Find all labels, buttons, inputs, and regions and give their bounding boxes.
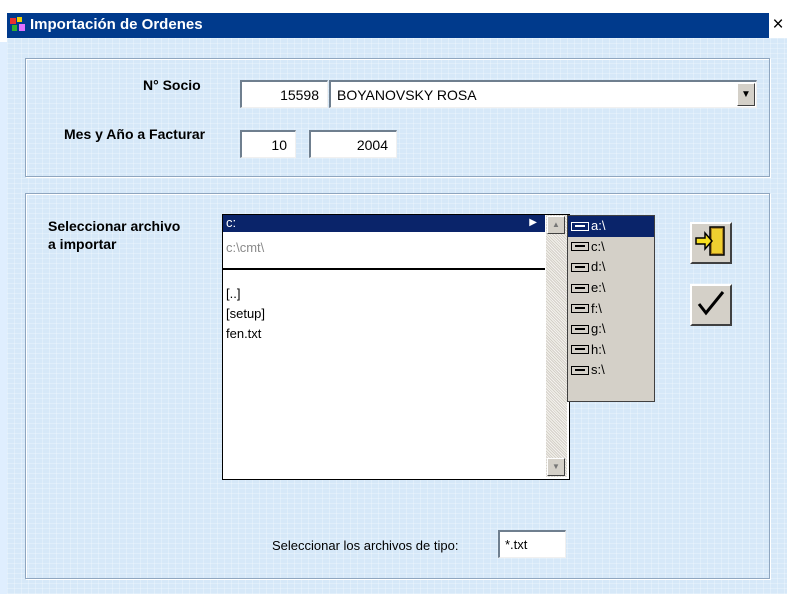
- file-select-label-1: Seleccionar archivo: [48, 218, 181, 234]
- file-list-scrollbar[interactable]: ▲ ▼: [546, 215, 567, 477]
- network-drive-icon: [571, 345, 589, 355]
- drive-label: g:\: [591, 321, 606, 337]
- drive-item-a[interactable]: a:\: [568, 216, 654, 237]
- network-drive-icon: [571, 283, 589, 293]
- year-field[interactable]: 2004: [309, 130, 397, 158]
- current-dir: c:: [226, 215, 237, 230]
- file-entry-setup[interactable]: [setup]: [226, 306, 265, 322]
- list-divider: [223, 268, 545, 270]
- socio-name-combo[interactable]: BOYANOVSKY ROSA ▼: [329, 80, 757, 108]
- door-exit-icon: [695, 226, 725, 256]
- drive-label: h:\: [591, 341, 606, 357]
- checkmark-icon: [697, 291, 725, 316]
- periodo-label: Mes y Año a Facturar: [64, 126, 206, 142]
- socio-name-value: BOYANOVSKY ROSA: [337, 87, 477, 103]
- scroll-up-icon[interactable]: ▲: [547, 216, 565, 234]
- drive-label: c:\: [591, 238, 605, 254]
- network-drive-icon: [571, 365, 589, 375]
- filter-label: Seleccionar los archivos de tipo:: [272, 538, 459, 553]
- month-field[interactable]: 10: [240, 130, 296, 158]
- drive-item-h[interactable]: h:\: [568, 340, 654, 361]
- floppy-drive-icon: [571, 221, 589, 231]
- socio-panel: [25, 58, 770, 177]
- drive-item-d[interactable]: d:\: [568, 257, 654, 278]
- socio-label: N° Socio: [143, 77, 201, 93]
- chevron-down-icon[interactable]: ▼: [737, 83, 755, 106]
- filter-input[interactable]: *.txt: [498, 530, 566, 558]
- drive-item-c[interactable]: c:\: [568, 237, 654, 258]
- drive-label: e:\: [591, 280, 606, 296]
- drive-label: s:\: [591, 362, 605, 378]
- drive-item-e[interactable]: e:\: [568, 278, 654, 299]
- network-drive-icon: [571, 324, 589, 334]
- file-list-box[interactable]: [222, 214, 570, 480]
- accept-button[interactable]: [690, 284, 732, 326]
- drive-label: f:\: [591, 300, 602, 316]
- drive-item-f[interactable]: f:\: [568, 298, 654, 319]
- drive-label: a:\: [591, 218, 606, 234]
- triangle-right-icon: ▶: [529, 217, 537, 228]
- file-entry-parent[interactable]: [..]: [226, 286, 240, 302]
- exit-button[interactable]: [690, 222, 732, 264]
- drive-label: d:\: [591, 259, 606, 275]
- drive-menu[interactable]: a:\ c:\ d:\ e:\ f:\ g:\ h:\ s:\: [567, 215, 655, 402]
- drive-item-g[interactable]: g:\: [568, 319, 654, 340]
- scroll-down-icon[interactable]: ▼: [547, 458, 565, 476]
- file-entry-fen[interactable]: fen.txt: [226, 326, 261, 342]
- title-bar-area: Importación de Ordenes ×: [0, 0, 787, 42]
- hard-drive-icon: [571, 242, 589, 252]
- file-select-label-2: a importar: [48, 236, 117, 252]
- close-button[interactable]: ×: [769, 13, 787, 38]
- socio-number-field[interactable]: 15598: [240, 80, 328, 108]
- drive-item-s[interactable]: s:\: [568, 360, 654, 381]
- path-history[interactable]: c:\cmt\: [226, 240, 264, 256]
- network-drive-icon: [571, 304, 589, 314]
- hard-drive-icon: [571, 262, 589, 272]
- window-title: Importación de Ordenes: [30, 16, 203, 33]
- app-icon: [10, 17, 25, 31]
- current-dir-row[interactable]: c: ▶: [223, 215, 545, 232]
